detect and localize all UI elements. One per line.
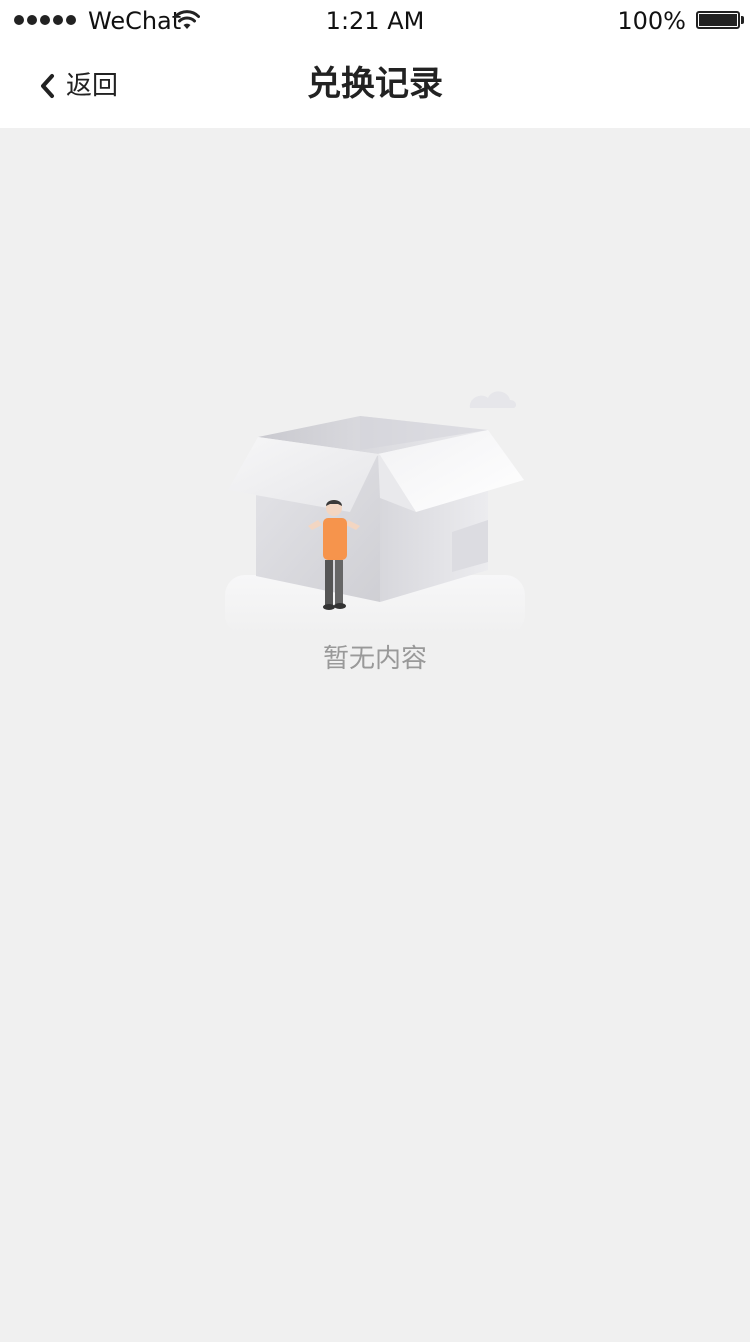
battery-icon (696, 11, 740, 29)
battery-percent: 100% (617, 7, 686, 35)
status-bar: WeChat 1:21 AM 100% (0, 0, 750, 40)
page-title: 兑换记录 (307, 64, 443, 104)
navigation-bar: 返回 兑换记录 (0, 40, 750, 128)
empty-box-icon (225, 391, 525, 635)
empty-message: 暂无内容 (322, 644, 427, 674)
empty-state (220, 380, 530, 640)
battery-cap (741, 16, 744, 24)
